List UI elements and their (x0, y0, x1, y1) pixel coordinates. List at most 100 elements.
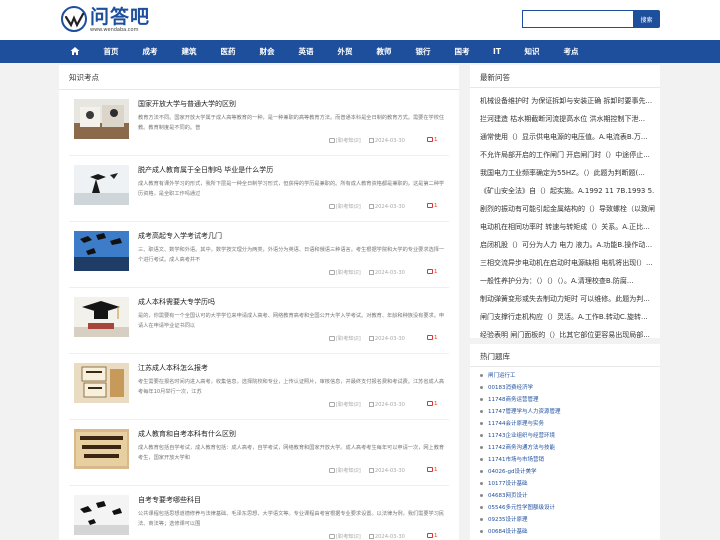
qa-item[interactable]: 经验表明 闸门面板的（）比其它部位更容易出现局部... (480, 330, 655, 340)
article-title[interactable]: 脱产成人教育属于全日制吗 毕业是什么学历 (138, 165, 273, 175)
article-category[interactable]: [职考知识] (336, 270, 361, 276)
divider (69, 419, 449, 420)
comment-count[interactable]: 1 (427, 401, 438, 407)
nav-item-english[interactable]: 英语 (299, 40, 314, 63)
hot-topics-panel: 热门题库 闸门运行工 00183消费经济学 11748商务运营管理 11747管… (470, 344, 660, 540)
bullet-icon (480, 434, 483, 437)
article-title[interactable]: 江苏成人本科怎么报考 (138, 363, 208, 373)
nav-item-medicine[interactable]: 医药 (221, 40, 236, 63)
article-category[interactable]: [职考知识] (336, 468, 361, 474)
article-category[interactable]: [职考知识] (336, 138, 361, 144)
qa-item[interactable]: 三相交流异步电动机在启动时电源缺相 电机将出现(）... (480, 258, 655, 268)
qa-item[interactable]: 剧烈的振动有可能引起金属结构的（）导致螺栓（以致闸... (480, 204, 655, 214)
topic-link[interactable]: 11748商务运营管理 (480, 395, 539, 403)
topic-link[interactable]: 11747管理学与人力资源管理 (480, 407, 561, 415)
divider (470, 87, 660, 88)
article-category[interactable]: [职考知识] (336, 402, 361, 408)
logo-domain: www.wendaba.com (90, 27, 139, 33)
article-thumbnail[interactable] (74, 429, 129, 469)
divider (69, 485, 449, 486)
search-button[interactable]: 搜索 (633, 10, 660, 28)
knowledge-panel: 知识考点 国家开放大学与普通大学的区别 教育方法不同。国家开放大学属于成人高等教… (59, 65, 459, 540)
comment-count[interactable]: 1 (427, 467, 438, 473)
tag-icon (329, 138, 335, 143)
comment-count[interactable]: 1 (427, 269, 438, 275)
article-date: 2024-03-30 (374, 138, 405, 144)
article-date: 2024-03-30 (374, 468, 405, 474)
article-meta: [职考知识] 2024-03-30 (329, 269, 405, 276)
topic-link[interactable]: 05546多元性学图额级设计 (480, 503, 555, 511)
comment-count[interactable]: 1 (427, 533, 438, 539)
article-summary: 成人教育有课外学习的形式，我所下层是一种全日制学习形式，但获得的学历是兼职的。所… (138, 181, 445, 197)
home-icon[interactable] (70, 46, 80, 56)
article-category[interactable]: [职考知识] (336, 336, 361, 342)
nav-item-knowledge[interactable]: 知识 (525, 40, 540, 63)
topic-link[interactable]: 11744会计原理与实务 (480, 419, 544, 427)
qa-item[interactable]: 机械设备维护时 为保证拆卸与安装正确 拆卸时要事先... (480, 96, 655, 106)
topic-link[interactable]: 11741市场与市场营销 (480, 455, 544, 463)
comment-count[interactable]: 1 (427, 137, 438, 143)
nav-item-civil-exam[interactable]: 国考 (455, 40, 470, 63)
nav-item-adult-exam[interactable]: 成考 (143, 40, 158, 63)
search-input[interactable] (522, 10, 634, 28)
topic-link[interactable]: 11743企业组织与经营环境 (480, 431, 555, 439)
qa-item[interactable]: 启闭机股（）可分为人力 电力 液力。A.功能B.操作动... (480, 240, 655, 250)
article-title[interactable]: 成考高起专入学考试考几门 (138, 231, 222, 241)
comment-count[interactable]: 1 (427, 335, 438, 341)
article-thumbnail[interactable] (74, 165, 129, 205)
calendar-icon (368, 270, 374, 275)
comment-icon (427, 335, 433, 340)
article-thumbnail[interactable] (74, 495, 129, 535)
article-date: 2024-03-30 (374, 336, 405, 342)
article-thumbnail[interactable] (74, 297, 129, 337)
qa-item[interactable]: 电动机在相同功率时 转速与转矩成（）关系。A.正比... (480, 222, 655, 232)
qa-item[interactable]: 我国电力工业频率确定为55HZ。（）此题为判断题(... (480, 168, 655, 178)
topic-link[interactable]: 00183消费经济学 (480, 383, 533, 391)
topic-link[interactable]: 04026-gd设计美学 (480, 467, 536, 475)
topic-link[interactable]: 04683网页设计 (480, 491, 528, 499)
nav-item-foreign-trade[interactable]: 外贸 (338, 40, 353, 63)
article-title[interactable]: 国家开放大学与普通大学的区别 (138, 99, 236, 109)
qa-item[interactable]: 制动弹簧变形或失去制动力矩时 可以维修。此题为判... (480, 294, 655, 304)
qa-item[interactable]: 《矿山安全法》自（）起实施。A.1992 11 7B.1993 5... (480, 186, 655, 196)
site-logo[interactable]: 问答吧 www.wendaba.com (61, 6, 201, 36)
qa-item[interactable]: 不允许局部开启的工作闸门 开启闸门时（）中途停止... (480, 150, 655, 160)
topic-link[interactable]: 闸门运行工 (480, 371, 516, 379)
topic-label: 10177设计基础 (488, 481, 528, 487)
nav-item-accounting[interactable]: 财会 (260, 40, 275, 63)
topic-link[interactable]: 10177设计基础 (480, 479, 528, 487)
topic-label: 11748商务运营管理 (488, 397, 539, 403)
divider (69, 221, 449, 222)
nav-item-home[interactable]: 首页 (104, 40, 119, 63)
comment-count-value: 1 (434, 401, 438, 407)
hot-topics-title: 热门题库 (480, 352, 510, 361)
article-category[interactable]: [职考知识] (336, 534, 361, 540)
nav-item-it[interactable]: IT (493, 40, 501, 63)
comment-icon (427, 533, 433, 538)
nav-item-construction[interactable]: 建筑 (182, 40, 197, 63)
comment-count[interactable]: 1 (427, 203, 438, 209)
article-category[interactable]: [职考知识] (336, 204, 361, 210)
article-date: 2024-03-30 (374, 270, 405, 276)
article-thumbnail[interactable] (74, 99, 129, 139)
article-title[interactable]: 成人教育和自考本科有什么区别 (138, 429, 236, 439)
bullet-icon (480, 398, 483, 401)
topic-link[interactable]: 00684设计基础 (480, 527, 528, 535)
topic-link[interactable]: 11742商务沟通方法与技能 (480, 443, 555, 451)
calendar-icon (368, 468, 374, 473)
topic-link[interactable]: 09235设计原理 (480, 515, 528, 523)
qa-item[interactable]: 通常使用（）显示供电电源的电压值。A.电流表B.万... (480, 132, 655, 142)
qa-item[interactable]: 一般性养护分为：（）（）（）。A.清理校查B.防腐... (480, 276, 655, 286)
nav-item-bank[interactable]: 银行 (416, 40, 431, 63)
comment-icon (427, 467, 433, 472)
article-thumbnail[interactable] (74, 363, 129, 403)
topic-label: 11743企业组织与经营环境 (488, 433, 555, 439)
article-title[interactable]: 自考专要考哪些科目 (138, 495, 201, 505)
nav-item-teacher[interactable]: 教师 (377, 40, 392, 63)
qa-item[interactable]: 拦河建造 枯水期截断河流提高水位 洪水期控制下泄... (480, 114, 655, 124)
nav-item-exam-points[interactable]: 考点 (564, 40, 579, 63)
article-thumbnail[interactable] (74, 231, 129, 271)
qa-item[interactable]: 闸门支撑行走机构应（）灵活。A.工作B.转动C.旋转... (480, 312, 655, 322)
article-title[interactable]: 成人本科需要大专学历吗 (138, 297, 215, 307)
bullet-icon (480, 386, 483, 389)
